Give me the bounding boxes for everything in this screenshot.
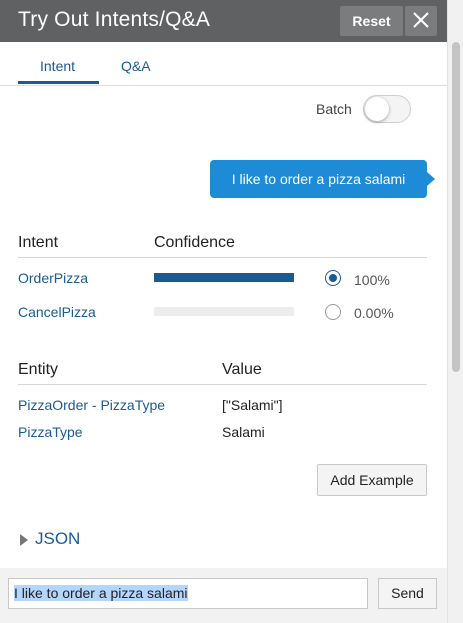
confidence-bar [154,307,294,316]
panel-header: Try Out Intents/Q&A Reset [0,0,447,42]
batch-label: Batch [316,101,352,117]
utterance-input[interactable]: I like to order a pizza salami [8,578,368,609]
confidence-value: 100% [354,272,390,288]
intent-radio[interactable] [325,304,341,320]
intent-header-divider [18,257,427,258]
tab-bar: Intent Q&A [0,42,447,86]
caret-right-icon [20,534,28,546]
intent-column-header: Intent [18,234,59,251]
close-icon [413,12,429,28]
toggle-knob [365,97,389,121]
value-column-header: Value [222,361,262,378]
utterance-input-text: I like to order a pizza salami [14,585,188,601]
input-footer: I like to order a pizza salami Send [0,568,447,623]
send-button[interactable]: Send [378,578,437,609]
tab-qa[interactable]: Q&A [121,58,151,74]
bubble-tail [427,172,435,186]
panel-title: Try Out Intents/Q&A [18,8,211,31]
active-tab-indicator [18,81,99,84]
confidence-value: 0.00% [354,305,394,321]
confidence-column-header: Confidence [154,234,235,251]
intent-name[interactable]: OrderPizza [18,270,88,286]
json-label: JSON [35,529,81,548]
entity-column-header: Entity [18,361,59,378]
add-example-button[interactable]: Add Example [317,464,427,496]
entity-name[interactable]: PizzaType [18,424,83,440]
intent-radio[interactable] [325,270,341,286]
confidence-bar [154,273,294,282]
tab-intent[interactable]: Intent [40,58,75,74]
confidence-bar-fill [154,273,294,282]
user-message-text: I like to order a pizza salami [231,171,406,187]
entity-header-divider [18,384,427,385]
close-button[interactable] [405,6,437,36]
entity-value: ["Salami"] [222,397,283,413]
vertical-scrollbar[interactable] [447,0,463,623]
batch-toggle[interactable] [363,95,411,123]
reset-button[interactable]: Reset [340,6,403,36]
entity-name[interactable]: PizzaOrder - PizzaType [18,397,165,413]
scrollbar-thumb[interactable] [452,42,460,372]
user-message-bubble: I like to order a pizza salami [210,160,435,198]
entity-value: Salami [222,424,265,440]
intent-name[interactable]: CancelPizza [18,304,96,320]
